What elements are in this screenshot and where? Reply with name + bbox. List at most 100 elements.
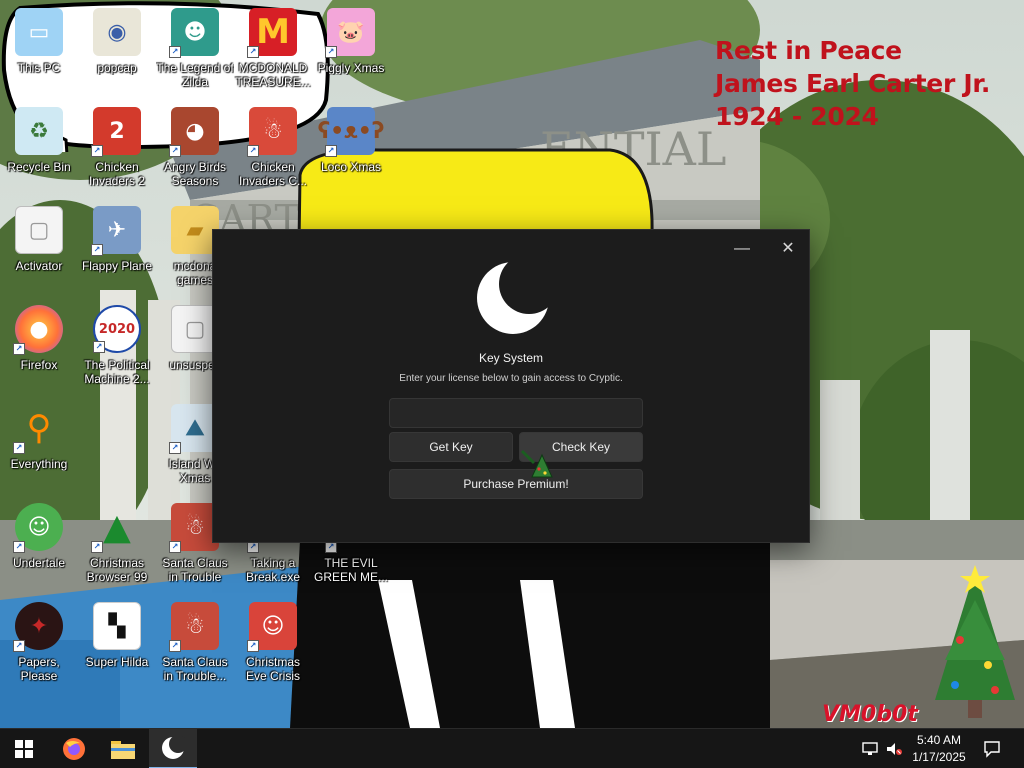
desktop-icon-loco-xmas[interactable]: ʕ•ᴥ•ʔ ↗ Loco Xmas bbox=[312, 107, 390, 174]
mcdonalds-icon: M ↗ bbox=[247, 8, 297, 58]
shortcut-arrow-icon: ↗ bbox=[325, 145, 337, 157]
minimize-button[interactable]: — bbox=[727, 238, 757, 260]
desktop-icon-chicken-invaders-2[interactable]: 2 ↗ Chicken Invaders 2 bbox=[78, 107, 156, 188]
angry-birds-icon: ◕ ↗ bbox=[169, 107, 219, 157]
file-explorer-icon bbox=[111, 741, 135, 759]
shortcut-arrow-icon: ↗ bbox=[169, 640, 181, 652]
computer-icon: ▭ bbox=[15, 8, 63, 56]
taskbar-firefox[interactable] bbox=[50, 729, 98, 768]
desktop-icon-label: THE EVIL GREEN ME... bbox=[313, 556, 388, 584]
desktop-icon-label: Chicken Invaders C... bbox=[238, 160, 308, 188]
desktop-icon-recycle-bin[interactable]: ♻ Recycle Bin bbox=[0, 107, 78, 174]
shortcut-arrow-icon: ↗ bbox=[13, 541, 25, 553]
notifications-icon[interactable] bbox=[983, 740, 1001, 758]
desktop-icon-chicken-invaders-c[interactable]: ☃ ↗ Chicken Invaders C... bbox=[234, 107, 312, 188]
desktop-icon-label: This PC bbox=[17, 61, 61, 75]
shortcut-arrow-icon: ↗ bbox=[13, 640, 25, 652]
plane-icon: ✈ ↗ bbox=[91, 206, 141, 256]
desktop-icon-activator[interactable]: ▢ Activator bbox=[0, 206, 78, 273]
license-key-input[interactable] bbox=[389, 398, 643, 428]
desktop-icon-piggly-xmas[interactable]: 🐷 ↗ Piggly Xmas bbox=[312, 8, 390, 75]
firefox-icon bbox=[63, 738, 85, 760]
desktop-icon-santa-claus-in-trouble-again[interactable]: ☃↗ Santa Claus in Trouble... A... bbox=[156, 602, 234, 683]
desktop-icon-label: Papers, Please bbox=[18, 655, 60, 683]
shortcut-arrow-icon: ↗ bbox=[13, 442, 25, 454]
volume-muted-icon[interactable] bbox=[886, 741, 902, 757]
memorial-line-1: Rest in Peace bbox=[715, 36, 902, 65]
desktop-icon-label: Activator bbox=[15, 259, 63, 273]
shortcut-arrow-icon: ↗ bbox=[93, 341, 105, 353]
desktop-icon-firefox[interactable]: ● ↗ Firefox bbox=[0, 305, 78, 372]
desktop-icon-christmas-browser-99[interactable]: ▲ ↗ Christmas Browser 99 bbox=[78, 503, 156, 585]
network-icon[interactable] bbox=[862, 741, 878, 757]
desktop-icon-legend-of-zilda[interactable]: ☻ ↗ The Legend of Zilda bbox=[156, 8, 234, 89]
game-character-icon: ☻ ↗ bbox=[169, 8, 219, 58]
political-machine-icon: 2020 ↗ bbox=[93, 305, 141, 353]
desktop-icon-label: Santa Claus in Trouble... A... bbox=[162, 655, 228, 683]
desktop-icon-label: Everything bbox=[10, 457, 68, 471]
desktop-icon-label: Loco Xmas bbox=[320, 160, 382, 174]
desktop-icon-label: Christmas Browser 99 bbox=[86, 556, 148, 584]
shortcut-arrow-icon: ↗ bbox=[91, 145, 103, 157]
pixel-dog-icon: ▚ bbox=[93, 602, 141, 650]
close-button[interactable]: ✕ bbox=[773, 238, 803, 260]
desktop-icon-everything[interactable]: ⚲ ↗ Everything bbox=[0, 404, 78, 471]
recycle-bin-icon: ♻ bbox=[15, 107, 63, 155]
shortcut-arrow-icon: ↗ bbox=[91, 244, 103, 256]
desktop-icon-mcdonald-treasure[interactable]: M ↗ MCDONALD TREASURE... bbox=[234, 8, 312, 89]
desktop-icon-undertale[interactable]: ☺ ↗ Undertale bbox=[0, 503, 78, 570]
shortcut-arrow-icon: ↗ bbox=[169, 541, 181, 553]
memorial-text: Rest in Peace James Earl Carter Jr. 1924… bbox=[715, 34, 995, 133]
cryptic-moon-icon bbox=[162, 736, 185, 759]
folder-icon: ◉ bbox=[93, 8, 141, 56]
start-button[interactable] bbox=[0, 729, 48, 768]
christmas-tree-cursor-icon bbox=[520, 449, 553, 478]
key-system-window: — ✕ Key System Enter your license below … bbox=[212, 229, 810, 543]
papers-please-icon: ✦ ↗ bbox=[13, 602, 63, 652]
desktop-icon-label: The Legend of Zilda bbox=[156, 61, 234, 89]
desktop-icon-label: Flappy Plane bbox=[81, 259, 153, 273]
taskbar-cryptic[interactable] bbox=[149, 729, 197, 768]
clock-time: 5:40 AM bbox=[916, 733, 962, 747]
memorial-line-3: 1924 - 2024 bbox=[715, 102, 879, 131]
desktop-icon-this-pc[interactable]: ▭ This PC bbox=[0, 8, 78, 75]
crescent-moon-icon bbox=[477, 260, 551, 334]
desktop-icon-label: Chicken Invaders 2 bbox=[88, 160, 146, 188]
desktop-icon-label: Angry Birds Seasons bbox=[163, 160, 227, 188]
shortcut-arrow-icon: ↗ bbox=[325, 46, 337, 58]
shortcut-arrow-icon: ↗ bbox=[247, 640, 259, 652]
taskbar-file-explorer[interactable] bbox=[99, 729, 147, 768]
wallpaper-watermark: VM0b0t bbox=[822, 702, 918, 727]
blank-file-icon: ▢ bbox=[15, 206, 63, 254]
desktop-icon-super-hilda[interactable]: ▚ Super Hilda bbox=[78, 602, 156, 669]
desktop-icon-christmas-eve-crisis[interactable]: ☺ ↗ Christmas Eve Crisis bbox=[234, 602, 312, 683]
shortcut-arrow-icon: ↗ bbox=[247, 145, 259, 157]
memorial-line-2: James Earl Carter Jr. bbox=[715, 69, 991, 98]
desktop-icon-popcap[interactable]: ◉ popcap bbox=[78, 8, 156, 75]
shortcut-arrow-icon: ↗ bbox=[169, 145, 181, 157]
snowman-chicken-icon: ☃ ↗ bbox=[247, 107, 297, 157]
clock-date: 1/17/2025 bbox=[912, 750, 966, 764]
santa-icon: ☃ ↗ bbox=[169, 602, 219, 652]
purchase-premium-button[interactable]: Purchase Premium! bbox=[389, 469, 643, 499]
taskbar: 5:40 AM 1/17/2025 bbox=[0, 728, 1024, 768]
chicken-icon: 2 ↗ bbox=[91, 107, 141, 157]
desktop-icon-label: popcap bbox=[97, 61, 137, 75]
desktop-icon-angry-birds-seasons[interactable]: ◕ ↗ Angry Birds Seasons bbox=[156, 107, 234, 188]
desktop-icon-flappy-plane[interactable]: ✈ ↗ Flappy Plane bbox=[78, 206, 156, 273]
magnifier-icon: ⚲ ↗ bbox=[13, 404, 63, 454]
desktop-icon-label: Santa Claus in Trouble bbox=[162, 556, 228, 584]
pig-icon: 🐷 ↗ bbox=[325, 8, 375, 58]
desktop-icon-papers-please[interactable]: ✦ ↗ Papers, Please bbox=[0, 602, 78, 683]
desktop-icon-label: Christmas Eve Crisis bbox=[245, 655, 300, 683]
key-system-title: Key System bbox=[478, 351, 544, 365]
shortcut-arrow-icon: ↗ bbox=[91, 541, 103, 553]
santa-face-icon: ☺ ↗ bbox=[247, 602, 297, 652]
christmas-tree-icon: ▲ ↗ bbox=[91, 503, 141, 553]
bear-icon: ʕ•ᴥ•ʔ ↗ bbox=[318, 107, 384, 157]
key-system-subtitle: Enter your license below to gain access … bbox=[399, 373, 623, 384]
desktop-icon-label: MCDONALD TREASURE... bbox=[235, 61, 311, 89]
system-clock[interactable]: 5:40 AM 1/17/2025 bbox=[904, 732, 974, 766]
desktop-icon-political-machine[interactable]: 2020 ↗ The Political Machine 2... bbox=[78, 305, 156, 386]
get-key-button[interactable]: Get Key bbox=[389, 432, 513, 462]
